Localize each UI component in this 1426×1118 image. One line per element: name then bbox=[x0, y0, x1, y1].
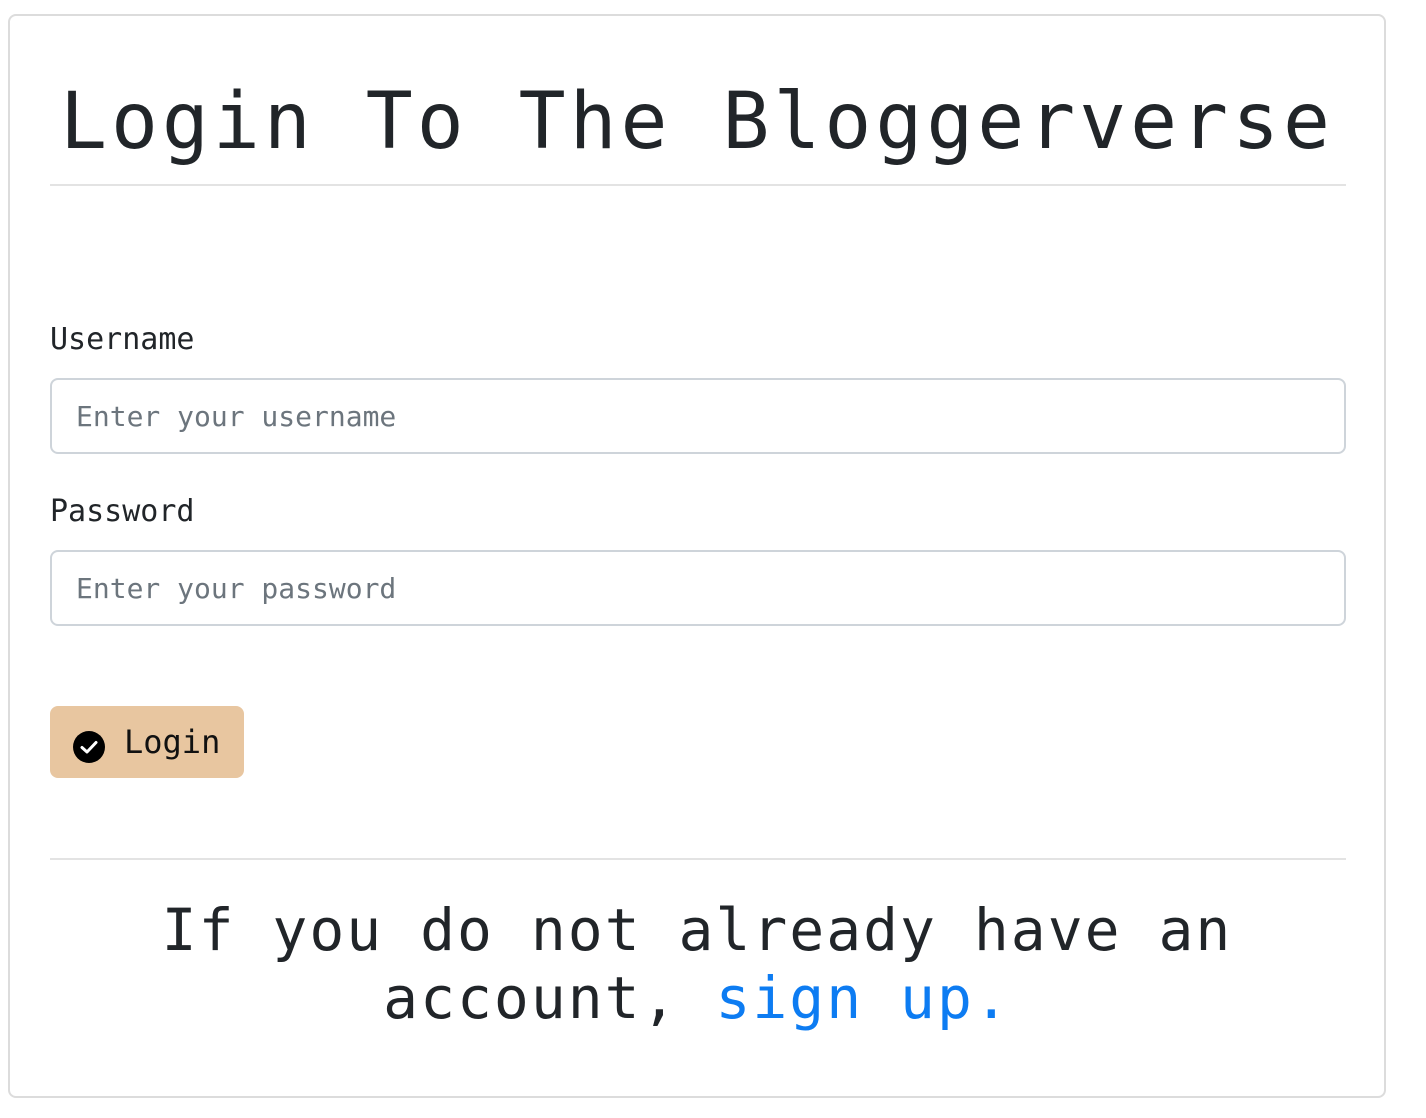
login-card: Login To The Bloggerverse Username Passw… bbox=[8, 14, 1386, 1098]
password-label: Password bbox=[50, 494, 195, 529]
title-divider bbox=[50, 184, 1346, 186]
signup-link[interactable]: sign up. bbox=[715, 964, 1010, 1032]
login-button-label: Login bbox=[124, 723, 221, 761]
signup-prompt-line1: If you do not already have an bbox=[161, 896, 1233, 964]
username-input[interactable] bbox=[50, 378, 1346, 454]
check-circle-icon bbox=[72, 730, 106, 764]
login-button[interactable]: Login bbox=[50, 706, 245, 778]
page-title: Login To The Bloggerverse bbox=[60, 77, 1334, 167]
footer-divider bbox=[50, 858, 1346, 860]
username-label: Username bbox=[50, 322, 195, 357]
signup-prompt-line2: account, bbox=[383, 964, 679, 1032]
password-input[interactable] bbox=[50, 550, 1346, 626]
signup-prompt: If you do not already have an account, s… bbox=[10, 896, 1384, 1032]
